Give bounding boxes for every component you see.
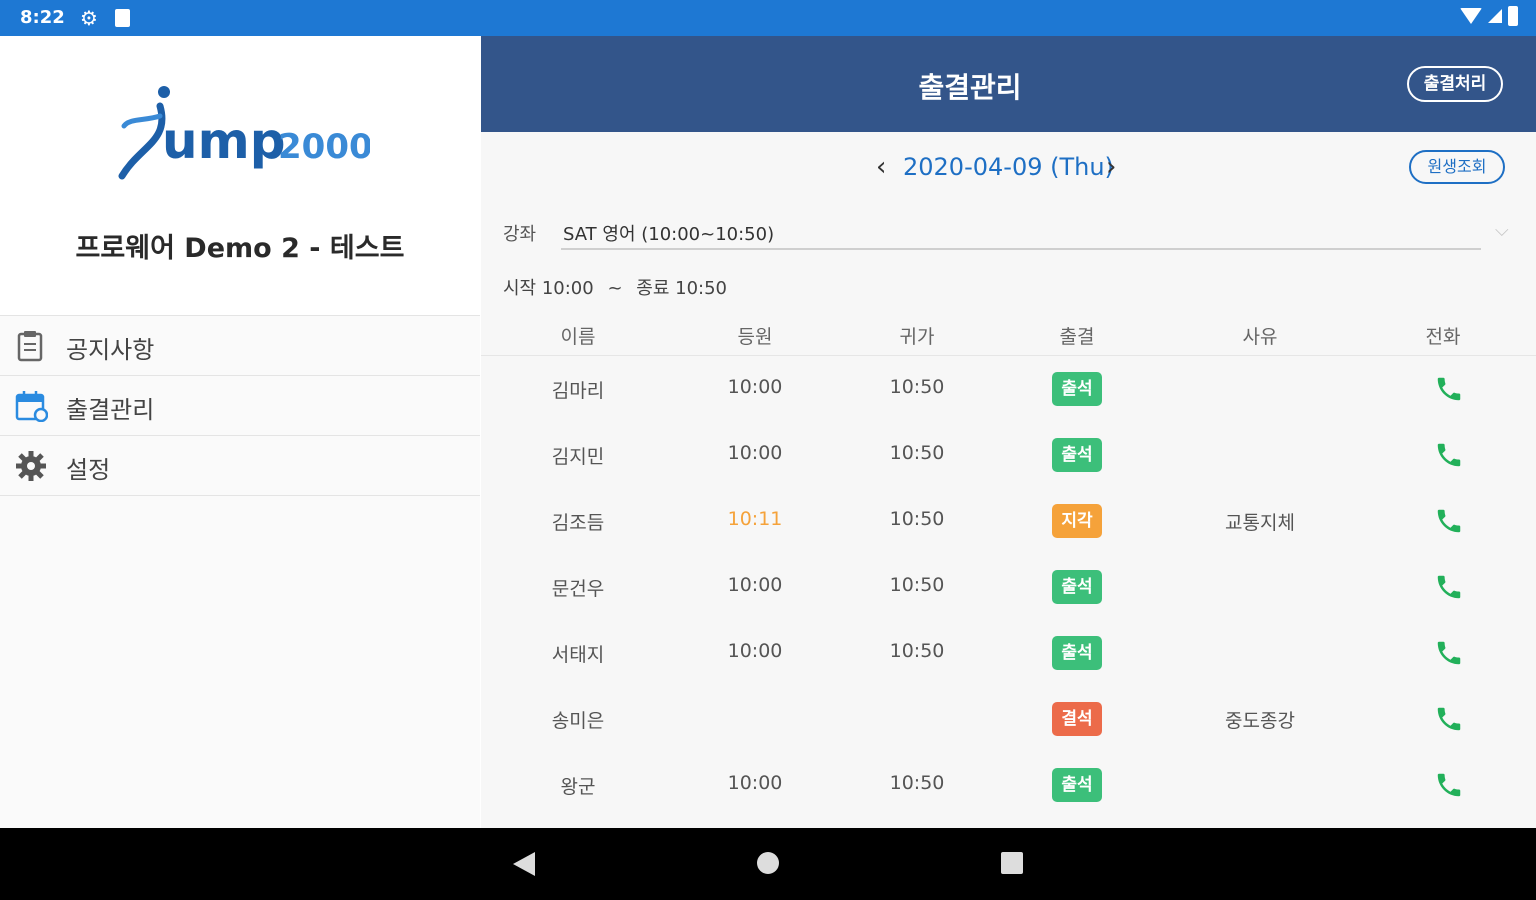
leave-time: 10:50 xyxy=(889,772,945,794)
arrive-time: 10:00 xyxy=(727,376,783,398)
svg-text:ump: ump xyxy=(162,112,286,170)
page-title: 출결관리 xyxy=(918,71,1022,104)
student-name: 서태지 xyxy=(551,644,605,666)
status-bar: 8:22 ⚙ xyxy=(0,0,1536,36)
organization-name: 프로웨어 Demo 2 - 테스트 xyxy=(75,233,405,264)
arrive-time: 10:00 xyxy=(727,442,783,464)
leave-time: 10:50 xyxy=(889,442,945,464)
table-row[interactable]: 김지민 10:00 10:50 출석 xyxy=(481,422,1536,488)
signal-icon xyxy=(1488,9,1502,23)
table-row[interactable]: 김조듬 10:11 10:50 지각 교통지체 xyxy=(481,488,1536,554)
home-icon[interactable] xyxy=(757,852,779,874)
phone-icon[interactable] xyxy=(1434,506,1464,536)
system-nav-bar xyxy=(0,828,1536,900)
phone-icon[interactable] xyxy=(1434,572,1464,602)
student-name: 김마리 xyxy=(551,380,605,402)
svg-text:2000: 2000 xyxy=(278,127,370,167)
drawer-header: ump 2000 프로웨어 Demo 2 - 테스트 xyxy=(0,36,480,316)
arrive-time: 10:00 xyxy=(727,772,783,794)
leave-time: 10:50 xyxy=(889,508,945,530)
settings-notification-icon: ⚙ xyxy=(80,6,98,30)
column-header-status: 출결 xyxy=(1059,326,1095,348)
table-header: 이름 등원 귀가 출결 사유 전화 xyxy=(481,316,1536,356)
chevron-left-icon[interactable]: ‹ xyxy=(876,152,886,182)
student-name: 송미은 xyxy=(551,710,605,732)
table-row[interactable]: 서태지 10:00 10:50 출석 xyxy=(481,620,1536,686)
status-indicators xyxy=(1460,6,1518,26)
wifi-icon xyxy=(1460,8,1482,24)
app-bar: 출결관리 출결처리 xyxy=(481,36,1536,132)
status-badge[interactable]: 결석 xyxy=(1052,702,1102,736)
arrive-time: 10:11 xyxy=(727,508,783,530)
status-badge[interactable]: 출석 xyxy=(1052,570,1102,604)
chevron-down-icon[interactable]: ⌵ xyxy=(1495,220,1509,241)
chevron-right-icon[interactable]: › xyxy=(1106,152,1116,182)
attendance-table: 이름 등원 귀가 출결 사유 전화 김마리 10:00 10:50 출석 김지민… xyxy=(481,316,1536,818)
process-attendance-button[interactable]: 출결처리 xyxy=(1407,66,1503,102)
gear-icon xyxy=(16,451,46,481)
course-select-value: SAT 영어 (10:00~10:50) xyxy=(563,224,775,245)
student-query-button[interactable]: 원생조회 xyxy=(1409,150,1505,184)
menu-label-notices: 공지사항 xyxy=(66,336,155,364)
column-header-name: 이름 xyxy=(560,326,596,348)
end-time: 종료 10:50 xyxy=(636,278,727,299)
status-badge[interactable]: 출석 xyxy=(1052,372,1102,406)
start-time: 시작 10:00 xyxy=(503,278,594,299)
status-badge[interactable]: 출석 xyxy=(1052,768,1102,802)
phone-icon[interactable] xyxy=(1434,440,1464,470)
status-badge[interactable]: 출석 xyxy=(1052,636,1102,670)
status-badge[interactable]: 지각 xyxy=(1052,504,1102,538)
phone-icon[interactable] xyxy=(1434,770,1464,800)
column-header-reason: 사유 xyxy=(1242,326,1278,348)
column-header-leave: 귀가 xyxy=(899,326,935,348)
recent-apps-icon[interactable] xyxy=(1001,852,1023,874)
table-row[interactable]: 왕군 10:00 10:50 출석 xyxy=(481,752,1536,818)
menu-label-settings: 설정 xyxy=(66,456,111,484)
leave-time: 10:50 xyxy=(889,640,945,662)
course-selector-row: 강좌 SAT 영어 (10:00~10:50) ⌵ xyxy=(481,216,1536,252)
table-row[interactable]: 김마리 10:00 10:50 출석 xyxy=(481,356,1536,422)
back-icon[interactable] xyxy=(513,852,535,876)
menu-label-attendance: 출결관리 xyxy=(66,396,155,424)
leave-time: 10:50 xyxy=(889,376,945,398)
jump2000-logo: ump 2000 xyxy=(118,86,370,180)
phone-icon[interactable] xyxy=(1434,704,1464,734)
current-date[interactable]: 2020-04-09 (Thu) xyxy=(903,153,1114,181)
calendar-icon xyxy=(15,391,48,422)
navigation-drawer: ump 2000 프로웨어 Demo 2 - 테스트 공지사항 출결관리 설정 xyxy=(0,36,480,828)
app-screen: 8:22 ⚙ ump 2000 프로웨어 Demo 2 - 테스트 공지사항 출… xyxy=(0,0,1536,900)
menu-item-settings[interactable]: 설정 xyxy=(0,436,480,496)
status-time: 8:22 xyxy=(20,7,65,28)
phone-icon[interactable] xyxy=(1434,374,1464,404)
column-header-arrive: 등원 xyxy=(737,326,773,348)
drawer-menu: 공지사항 출결관리 설정 xyxy=(0,316,480,496)
course-label: 강좌 xyxy=(503,224,537,245)
menu-item-notices[interactable]: 공지사항 xyxy=(0,316,480,376)
leave-time: 10:50 xyxy=(889,574,945,596)
main-content: 출결관리 출결처리 ‹ 2020-04-09 (Thu) › 원생조회 강좌 S… xyxy=(481,36,1536,828)
class-time-info: 시작 10:00 ~ 종료 10:50 xyxy=(503,274,735,300)
status-badge[interactable]: 출석 xyxy=(1052,438,1102,472)
table-row[interactable]: 문건우 10:00 10:50 출석 xyxy=(481,554,1536,620)
table-row[interactable]: 송미은 결석 중도종강 xyxy=(481,686,1536,752)
battery-icon xyxy=(1508,6,1518,26)
phone-icon[interactable] xyxy=(1434,638,1464,668)
absence-reason: 중도종강 xyxy=(1225,710,1295,732)
column-header-phone: 전화 xyxy=(1425,326,1461,348)
arrive-time: 10:00 xyxy=(727,574,783,596)
date-navigator: ‹ 2020-04-09 (Thu) › 원생조회 xyxy=(481,148,1536,188)
absence-reason: 교통지체 xyxy=(1225,512,1295,534)
student-name: 김지민 xyxy=(551,446,605,468)
student-name: 김조듬 xyxy=(551,512,605,534)
course-select[interactable]: SAT 영어 (10:00~10:50) xyxy=(561,216,1481,250)
sd-card-icon xyxy=(115,9,130,27)
time-separator: ~ xyxy=(607,278,623,299)
student-name: 왕군 xyxy=(560,776,596,798)
menu-item-attendance[interactable]: 출결관리 xyxy=(0,376,480,436)
student-name: 문건우 xyxy=(551,578,605,600)
notice-icon xyxy=(17,331,43,362)
arrive-time: 10:00 xyxy=(727,640,783,662)
